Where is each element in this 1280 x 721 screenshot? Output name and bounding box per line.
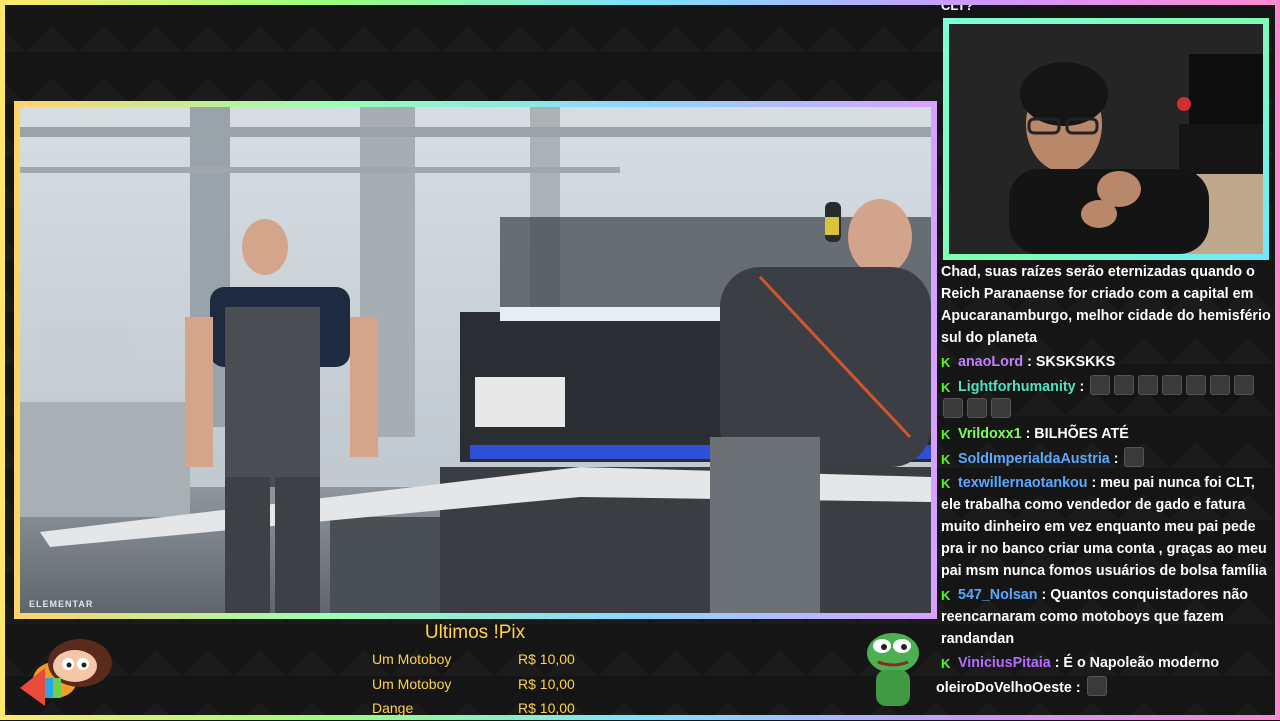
chat-text: : <box>1075 680 1081 696</box>
chat-message: KanaoLord : SKSKSKKS <box>941 351 1271 373</box>
chat-text: : É o Napoleão moderno <box>1054 655 1220 671</box>
emote-icon <box>1124 447 1145 467</box>
emote-icon <box>1090 375 1111 395</box>
chat-username[interactable]: 547_Nolsan <box>958 587 1037 603</box>
chat-username[interactable]: oleiroDoVelhoOeste <box>936 680 1072 696</box>
kick-badge-icon: K <box>941 588 951 603</box>
pix-panel: Ultimos !Pix Um Motoboy R$ 10,00 Um Moto… <box>360 622 590 720</box>
chat-text: : BILHÕES ATÉ <box>1025 426 1129 442</box>
kick-badge-icon: K <box>941 656 951 671</box>
kick-badge-icon: K <box>941 380 951 395</box>
pix-amount: R$ 10,00 <box>518 675 575 692</box>
pix-entry: Dange R$ 10,00 <box>360 696 590 721</box>
chat-username[interactable]: anaoLord <box>958 354 1023 370</box>
chat-message: Ktexwillernaotankou : meu pai nunca foi … <box>941 472 1271 582</box>
pix-amount: R$ 10,00 <box>518 700 575 716</box>
emote-icon <box>1186 375 1207 395</box>
kick-badge-icon: K <box>941 355 951 370</box>
pix-title: Ultimos !Pix <box>424 622 526 643</box>
emote-icon <box>1234 375 1255 395</box>
pix-entry: Um Motoboy R$ 10,00 <box>360 647 590 672</box>
emote-icon <box>943 398 963 418</box>
chat-message: K SoldImperialdaAustria : <box>941 447 1271 470</box>
kick-badge-icon: K <box>941 452 951 467</box>
emote-icon <box>967 398 987 418</box>
chat-username[interactable]: texwillernaotankou <box>958 475 1088 491</box>
chat-text: : SKSKSKKS <box>1027 354 1116 370</box>
emote-icon <box>991 398 1011 418</box>
chat-message: Chad, suas raízes serão eternizadas quan… <box>941 261 1271 349</box>
chat-message: oleiroDoVelhoOeste : <box>936 676 1271 699</box>
emote-icon <box>1138 375 1159 395</box>
chat-text: : <box>1113 451 1119 467</box>
main-video-frame[interactable]: ELEMENTAR <box>14 101 937 619</box>
chat-username[interactable]: ViniciusPitaia <box>958 655 1051 671</box>
factory-video <box>20 107 931 613</box>
emote-icon <box>1162 375 1183 395</box>
kick-badge-icon: K <box>941 427 951 442</box>
chat-message: K ViniciusPitaia : É o Napoleão moderno <box>941 652 1271 674</box>
cartoon-mascot-icon <box>20 639 112 706</box>
chat-text: : <box>1079 379 1085 395</box>
video-watermark: ELEMENTAR <box>29 599 94 609</box>
chat-username[interactable]: Lightforhumanity <box>958 379 1076 395</box>
pepe-frog-icon <box>867 633 919 706</box>
chat-message: K 547_Nolsan : Quantos conquistadores não… <box>941 584 1271 650</box>
chat-message: K Vrildoxx1 : BILHÕES ATÉ <box>941 423 1271 445</box>
pix-amount: R$ 10,00 <box>518 651 575 667</box>
pix-entry: Um Motoboy R$ 10,00 <box>360 672 590 697</box>
pix-donor: Dange <box>372 700 414 716</box>
chat-message: K Lightforhumanity : <box>941 375 1271 421</box>
pix-donor: Um Motoboy <box>372 675 452 692</box>
kick-badge-icon: K <box>941 476 951 491</box>
chat-messages: Chad, suas raízes serão eternizadas quan… <box>936 261 1271 701</box>
emote-icon <box>1086 676 1107 696</box>
chat-panel: CLT? Chad, suas raízes serão eternizadas… <box>936 0 1276 716</box>
chat-top-fragment: CLT? <box>941 0 974 13</box>
chat-text: Chad, suas raízes serão eternizadas quan… <box>941 264 1271 346</box>
chat-username[interactable]: SoldImperialdaAustria <box>958 451 1110 467</box>
pix-donor: Um Motoboy <box>372 651 452 667</box>
emote-icon <box>1210 375 1231 395</box>
chat-username[interactable]: Vrildoxx1 <box>958 426 1022 442</box>
emote-icon <box>1114 375 1135 395</box>
